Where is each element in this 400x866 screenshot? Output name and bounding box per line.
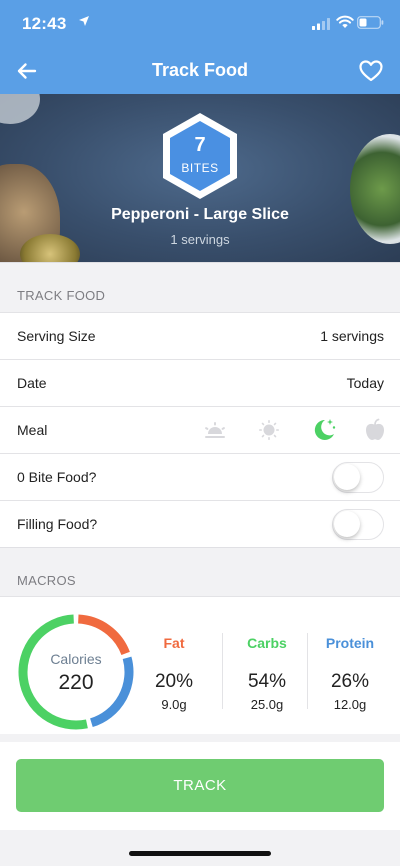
zero-bite-food-toggle[interactable] <box>332 462 384 493</box>
zero-bite-food-label: 0 Bite Food? <box>17 469 97 485</box>
track-button[interactable]: TRACK <box>16 759 384 812</box>
serving-size-value[interactable]: 1 servings <box>320 328 384 344</box>
track-food-section-header: TRACK FOOD <box>0 262 400 312</box>
sunrise-icon[interactable] <box>200 415 230 445</box>
track-food-section-label: TRACK FOOD <box>17 288 106 303</box>
navigation-bar: Track Food <box>0 48 400 94</box>
meal-selector <box>200 415 390 445</box>
apple-icon[interactable] <box>360 415 390 445</box>
macro-fat-grams: 9.0g <box>161 697 187 712</box>
filling-food-row: Filling Food? <box>0 500 400 547</box>
food-servings: 1 servings <box>170 232 230 247</box>
macro-protein: Protein 26% 12.0g <box>310 635 390 712</box>
track-button-container: TRACK <box>0 742 400 830</box>
location-arrow-icon <box>79 16 89 26</box>
zero-bite-food-row: 0 Bite Food? <box>0 453 400 500</box>
meal-label: Meal <box>17 422 48 438</box>
battery-icon <box>357 16 384 29</box>
bites-count: 7 BITES <box>158 110 242 202</box>
bites-value: 7 <box>194 134 206 156</box>
serving-size-label: Serving Size <box>17 328 96 344</box>
serving-size-row[interactable]: Serving Size 1 servings <box>0 312 400 359</box>
macro-carbs: Carbs 54% 25.0g <box>227 635 307 712</box>
favorite-heart-icon[interactable] <box>358 58 384 84</box>
filling-food-toggle[interactable] <box>332 509 384 540</box>
macro-fat-percent: 20% <box>154 671 194 692</box>
calories-value: 220 <box>58 671 94 694</box>
cellular-signal-icon <box>312 18 330 30</box>
macro-fat: Fat 20% 9.0g <box>134 635 214 712</box>
macros-section-label: MACROS <box>17 573 76 588</box>
status-time: 12:43 <box>22 14 67 33</box>
toggle-knob <box>334 511 360 537</box>
status-bar: 12:43 <box>0 0 400 48</box>
home-indicator[interactable] <box>129 851 271 856</box>
top-bar: 12:43 Track Food <box>0 0 400 94</box>
meal-row: Meal <box>0 406 400 453</box>
food-hero-banner: 7 BITES Pepperoni - Large Slice 1 servin… <box>0 94 400 262</box>
filling-food-label: Filling Food? <box>17 516 98 532</box>
ring-segment-fat <box>77 614 130 656</box>
background-salad-bowl-decoration <box>350 134 400 244</box>
moon-stars-icon[interactable] <box>308 415 338 445</box>
macros-panel: Calories 220 Fat 20% 9.0g Carbs 54% 25.0… <box>0 596 400 734</box>
calories-label: Calories <box>50 651 102 667</box>
bites-label: BITES <box>181 161 219 175</box>
macro-protein-percent: 26% <box>330 671 370 692</box>
macros-section-header: MACROS <box>0 547 400 597</box>
food-name: Pepperoni - Large Slice <box>111 206 289 223</box>
macro-divider <box>307 633 308 709</box>
macro-protein-name: Protein <box>325 635 375 651</box>
macro-divider <box>222 633 223 709</box>
macro-carbs-name: Carbs <box>247 635 287 651</box>
macro-protein-grams: 12.0g <box>333 697 367 712</box>
sun-icon[interactable] <box>254 415 284 445</box>
date-value[interactable]: Today <box>347 375 384 391</box>
macro-carbs-percent: 54% <box>247 671 287 692</box>
macro-carbs-grams: 25.0g <box>250 697 284 712</box>
date-label: Date <box>17 375 47 391</box>
toggle-knob <box>334 464 360 490</box>
macro-fat-name: Fat <box>163 635 185 651</box>
wifi-icon <box>336 15 354 28</box>
background-plate-decoration <box>0 94 40 124</box>
date-row[interactable]: Date Today <box>0 359 400 406</box>
page-title: Track Food <box>151 60 249 80</box>
